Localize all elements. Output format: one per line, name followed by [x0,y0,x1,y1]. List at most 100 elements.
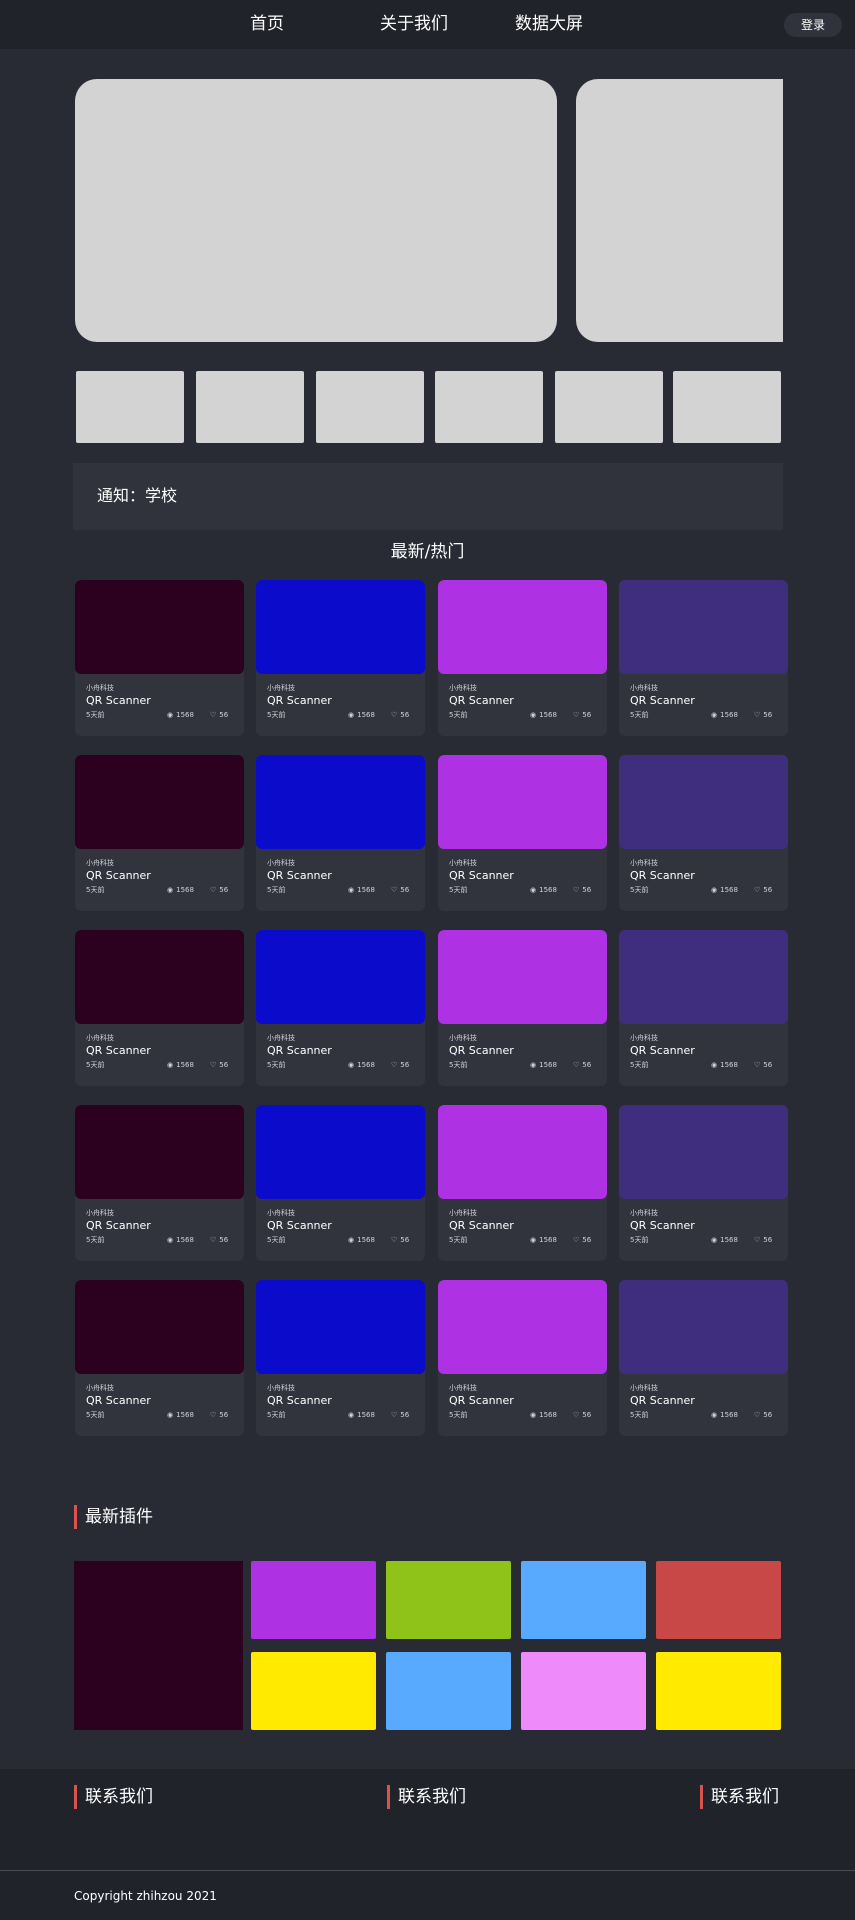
app-card-image[interactable] [438,580,607,674]
app-card-likes[interactable]: ♡ 56 [573,885,591,895]
nav-about-us[interactable]: 关于我们 [380,12,448,36]
app-card-likes[interactable]: ♡ 56 [754,1410,772,1420]
app-card-image[interactable] [438,930,607,1024]
app-card-title[interactable]: QR Scanner [86,1044,151,1058]
app-card[interactable]: 小舟科技 QR Scanner 5天前 ◉ 1568 ♡ 56 [256,580,425,736]
app-card-title[interactable]: QR Scanner [267,1044,332,1058]
app-card[interactable]: 小舟科技 QR Scanner 5天前 ◉ 1568 ♡ 56 [75,755,244,911]
carousel-thumb[interactable] [555,371,663,443]
plugin-tile[interactable] [251,1561,376,1639]
app-card[interactable]: 小舟科技 QR Scanner 5天前 ◉ 1568 ♡ 56 [619,1280,788,1436]
carousel-thumb[interactable] [316,371,424,443]
app-card-title[interactable]: QR Scanner [630,1394,695,1408]
plugin-tile[interactable] [521,1652,646,1730]
app-card-likes[interactable]: ♡ 56 [754,710,772,720]
app-card-likes[interactable]: ♡ 56 [754,885,772,895]
app-card-title[interactable]: QR Scanner [630,1219,695,1233]
app-card-title[interactable]: QR Scanner [267,1394,332,1408]
app-card-likes[interactable]: ♡ 56 [391,885,409,895]
plugin-tile[interactable] [386,1561,511,1639]
app-card-title[interactable]: QR Scanner [267,694,332,708]
app-card-image[interactable] [75,755,244,849]
app-card-likes[interactable]: ♡ 56 [391,1235,409,1245]
app-card-title[interactable]: QR Scanner [267,1219,332,1233]
app-card[interactable]: 小舟科技 QR Scanner 5天前 ◉ 1568 ♡ 56 [75,1280,244,1436]
footer-contact-us[interactable]: 联系我们 [387,1785,466,1809]
carousel-thumb[interactable] [76,371,184,443]
app-card-likes[interactable]: ♡ 56 [210,1235,228,1245]
app-card-title[interactable]: QR Scanner [86,1394,151,1408]
app-card-likes[interactable]: ♡ 56 [573,710,591,720]
nav-data-screen[interactable]: 数据大屏 [515,12,583,36]
app-card[interactable]: 小舟科技 QR Scanner 5天前 ◉ 1568 ♡ 56 [438,930,607,1086]
app-card-likes[interactable]: ♡ 56 [210,885,228,895]
app-card-image[interactable] [438,1105,607,1199]
banner-slide-main[interactable] [75,79,557,342]
app-card[interactable]: 小舟科技 QR Scanner 5天前 ◉ 1568 ♡ 56 [438,1280,607,1436]
carousel-thumb[interactable] [196,371,304,443]
app-card-likes[interactable]: ♡ 56 [754,1060,772,1070]
app-card-image[interactable] [619,580,788,674]
app-card-title[interactable]: QR Scanner [449,1044,514,1058]
app-card[interactable]: 小舟科技 QR Scanner 5天前 ◉ 1568 ♡ 56 [438,755,607,911]
footer-contact-us[interactable]: 联系我们 [700,1785,779,1809]
app-card-image[interactable] [438,755,607,849]
app-card-likes[interactable]: ♡ 56 [391,1410,409,1420]
app-card-image[interactable] [438,1280,607,1374]
app-card-image[interactable] [619,1105,788,1199]
app-card[interactable]: 小舟科技 QR Scanner 5天前 ◉ 1568 ♡ 56 [438,1105,607,1261]
app-card-likes[interactable]: ♡ 56 [210,1060,228,1070]
nav-home[interactable]: 首页 [250,12,284,36]
app-card[interactable]: 小舟科技 QR Scanner 5天前 ◉ 1568 ♡ 56 [256,1280,425,1436]
app-card-title[interactable]: QR Scanner [86,694,151,708]
app-card-title[interactable]: QR Scanner [630,1044,695,1058]
app-card-image[interactable] [619,755,788,849]
carousel-thumb[interactable] [673,371,781,443]
app-card[interactable]: 小舟科技 QR Scanner 5天前 ◉ 1568 ♡ 56 [619,930,788,1086]
app-card[interactable]: 小舟科技 QR Scanner 5天前 ◉ 1568 ♡ 56 [619,1105,788,1261]
app-card[interactable]: 小舟科技 QR Scanner 5天前 ◉ 1568 ♡ 56 [256,930,425,1086]
app-card[interactable]: 小舟科技 QR Scanner 5天前 ◉ 1568 ♡ 56 [75,580,244,736]
carousel-thumb[interactable] [435,371,543,443]
plugin-tile[interactable] [521,1561,646,1639]
app-card-image[interactable] [256,1280,425,1374]
app-card[interactable]: 小舟科技 QR Scanner 5天前 ◉ 1568 ♡ 56 [438,580,607,736]
app-card[interactable]: 小舟科技 QR Scanner 5天前 ◉ 1568 ♡ 56 [256,1105,425,1261]
plugin-tile[interactable] [656,1561,781,1639]
app-card-title[interactable]: QR Scanner [449,1394,514,1408]
app-card-title[interactable]: QR Scanner [630,694,695,708]
app-card-likes[interactable]: ♡ 56 [391,710,409,720]
app-card-image[interactable] [75,930,244,1024]
app-card-image[interactable] [619,1280,788,1374]
app-card-image[interactable] [75,1105,244,1199]
footer-contact-us[interactable]: 联系我们 [74,1785,153,1809]
app-card[interactable]: 小舟科技 QR Scanner 5天前 ◉ 1568 ♡ 56 [75,1105,244,1261]
app-card-title[interactable]: QR Scanner [449,869,514,883]
plugin-featured[interactable] [74,1561,243,1730]
app-card-image[interactable] [256,755,425,849]
app-card-image[interactable] [256,580,425,674]
app-card-likes[interactable]: ♡ 56 [210,710,228,720]
app-card-likes[interactable]: ♡ 56 [391,1060,409,1070]
login-button[interactable]: 登录 [784,13,842,37]
app-card-likes[interactable]: ♡ 56 [573,1410,591,1420]
app-card-title[interactable]: QR Scanner [267,869,332,883]
app-card-image[interactable] [75,580,244,674]
app-card-likes[interactable]: ♡ 56 [573,1060,591,1070]
app-card-title[interactable]: QR Scanner [86,1219,151,1233]
app-card-image[interactable] [256,1105,425,1199]
app-card[interactable]: 小舟科技 QR Scanner 5天前 ◉ 1568 ♡ 56 [619,580,788,736]
plugin-tile[interactable] [386,1652,511,1730]
app-card[interactable]: 小舟科技 QR Scanner 5天前 ◉ 1568 ♡ 56 [619,755,788,911]
banner-slide-next[interactable] [576,79,783,342]
app-card-image[interactable] [75,1280,244,1374]
app-card[interactable]: 小舟科技 QR Scanner 5天前 ◉ 1568 ♡ 56 [75,930,244,1086]
app-card-likes[interactable]: ♡ 56 [573,1235,591,1245]
app-card-image[interactable] [619,930,788,1024]
app-card-title[interactable]: QR Scanner [449,1219,514,1233]
plugin-tile[interactable] [656,1652,781,1730]
app-card-title[interactable]: QR Scanner [630,869,695,883]
app-card-title[interactable]: QR Scanner [449,694,514,708]
app-card-title[interactable]: QR Scanner [86,869,151,883]
plugin-tile[interactable] [251,1652,376,1730]
